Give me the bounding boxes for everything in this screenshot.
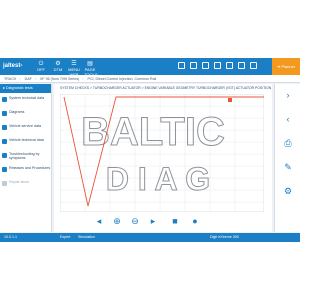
back-icon[interactable]: ‹ bbox=[283, 114, 293, 124]
clock-icon bbox=[2, 181, 7, 186]
sidebar-item-vehicle-technical-data[interactable]: Vehicle technical data bbox=[0, 135, 51, 149]
settings-icon[interactable]: ⚙ bbox=[283, 186, 293, 196]
planner-button[interactable]: ➜ Planner bbox=[272, 58, 300, 75]
search-icon bbox=[2, 153, 7, 158]
breadcrumb-item[interactable]: PCI, Diesel Control Injection, Common Ra… bbox=[88, 77, 157, 81]
camera-icon[interactable] bbox=[226, 62, 233, 69]
procedure-icon bbox=[2, 167, 7, 172]
info-icon bbox=[2, 97, 7, 102]
settings-icon[interactable] bbox=[214, 62, 221, 69]
zoom-out-icon[interactable]: ⊖ bbox=[130, 216, 140, 226]
stop-icon[interactable]: ■ bbox=[170, 216, 180, 226]
record-icon[interactable]: ● bbox=[190, 216, 200, 226]
print-icon[interactable] bbox=[202, 62, 209, 69]
next-icon[interactable]: › bbox=[283, 90, 293, 100]
pan-right-icon[interactable]: ▸ bbox=[148, 216, 158, 226]
print-icon[interactable]: ⎙ bbox=[283, 138, 293, 148]
truck-icon bbox=[2, 139, 7, 144]
status-version: 10.0.1.1 bbox=[4, 235, 17, 239]
status-user: Expert bbox=[60, 235, 71, 239]
help-icon[interactable] bbox=[250, 62, 257, 69]
app-screen: jaltest• ⏻ OFF ⚙ DTM ☰ MENU WEB ▤ PAGE T… bbox=[0, 58, 300, 242]
menu-web-button[interactable]: ☰ MENU WEB bbox=[68, 61, 80, 77]
zoom-in-icon[interactable]: ⊕ bbox=[112, 216, 122, 226]
breadcrumb-item[interactable]: XF 96 (from 7/99 Series) bbox=[40, 77, 79, 81]
page-title: SYSTEM CHECKS > TURBOCHARGER ACTUATOR > … bbox=[60, 86, 272, 90]
sidebar-item-system-technical-data[interactable]: System technical data bbox=[0, 93, 51, 107]
app-logo: jaltest• bbox=[3, 63, 23, 69]
pan-left-icon[interactable]: ◂ bbox=[94, 216, 104, 226]
sidebar-item-troubleshooting[interactable]: Troubleshooting by symptoms bbox=[0, 149, 51, 163]
sidebar-item-vehicle-service-data[interactable]: Vehicle service data bbox=[0, 121, 51, 135]
main-panel: SYSTEM CHECKS > TURBOCHARGER ACTUATOR > … bbox=[54, 84, 272, 232]
sidebar-item-repair-times: Repair times bbox=[0, 177, 51, 191]
page-tools-button[interactable]: ▤ PAGE TOOLS bbox=[84, 61, 98, 77]
edit-icon[interactable]: ✎ bbox=[283, 162, 293, 172]
breadcrumb: TRUCK › DAF › XF 96 (from 7/99 Series) › PC… bbox=[0, 75, 300, 83]
document-icon[interactable] bbox=[190, 62, 197, 69]
graph-controls: ◂ ⊕ ⊖ ▸ ■ ● bbox=[94, 214, 234, 228]
calendar-icon[interactable] bbox=[238, 62, 245, 69]
sidebar-item-releases-procedures[interactable]: Releases and Procedures bbox=[0, 163, 51, 177]
top-toolbar: jaltest• ⏻ OFF ⚙ DTM ☰ MENU WEB ▤ PAGE T… bbox=[0, 58, 300, 77]
right-rail: › ‹ ⎙ ✎ ⚙ bbox=[274, 84, 300, 232]
signal-graph-svg bbox=[59, 93, 265, 213]
power-off-button[interactable]: ⏻ OFF bbox=[36, 61, 46, 72]
vehicle-icon[interactable] bbox=[178, 62, 185, 69]
status-bar: 10.0.1.1 Expert Simulation Digit eXtreme… bbox=[0, 233, 300, 242]
sidebar-header[interactable]: ▸ Diagnostic tests bbox=[0, 84, 51, 93]
breadcrumb-item[interactable]: TRUCK bbox=[4, 77, 16, 81]
trace-marker bbox=[228, 98, 232, 102]
wrench-icon bbox=[2, 125, 7, 130]
dtm-button[interactable]: ⚙ DTM bbox=[52, 61, 64, 72]
status-device: Digit eXtreme 300 bbox=[210, 235, 239, 239]
signal-graph[interactable] bbox=[59, 93, 265, 213]
status-mode: Simulation bbox=[78, 235, 95, 239]
breadcrumb-item[interactable]: DAF bbox=[25, 77, 32, 81]
sidebar: ▸ Diagnostic tests System technical data… bbox=[0, 84, 52, 232]
diagram-icon bbox=[2, 111, 7, 116]
sidebar-item-diagrams[interactable]: Diagrams bbox=[0, 107, 51, 121]
